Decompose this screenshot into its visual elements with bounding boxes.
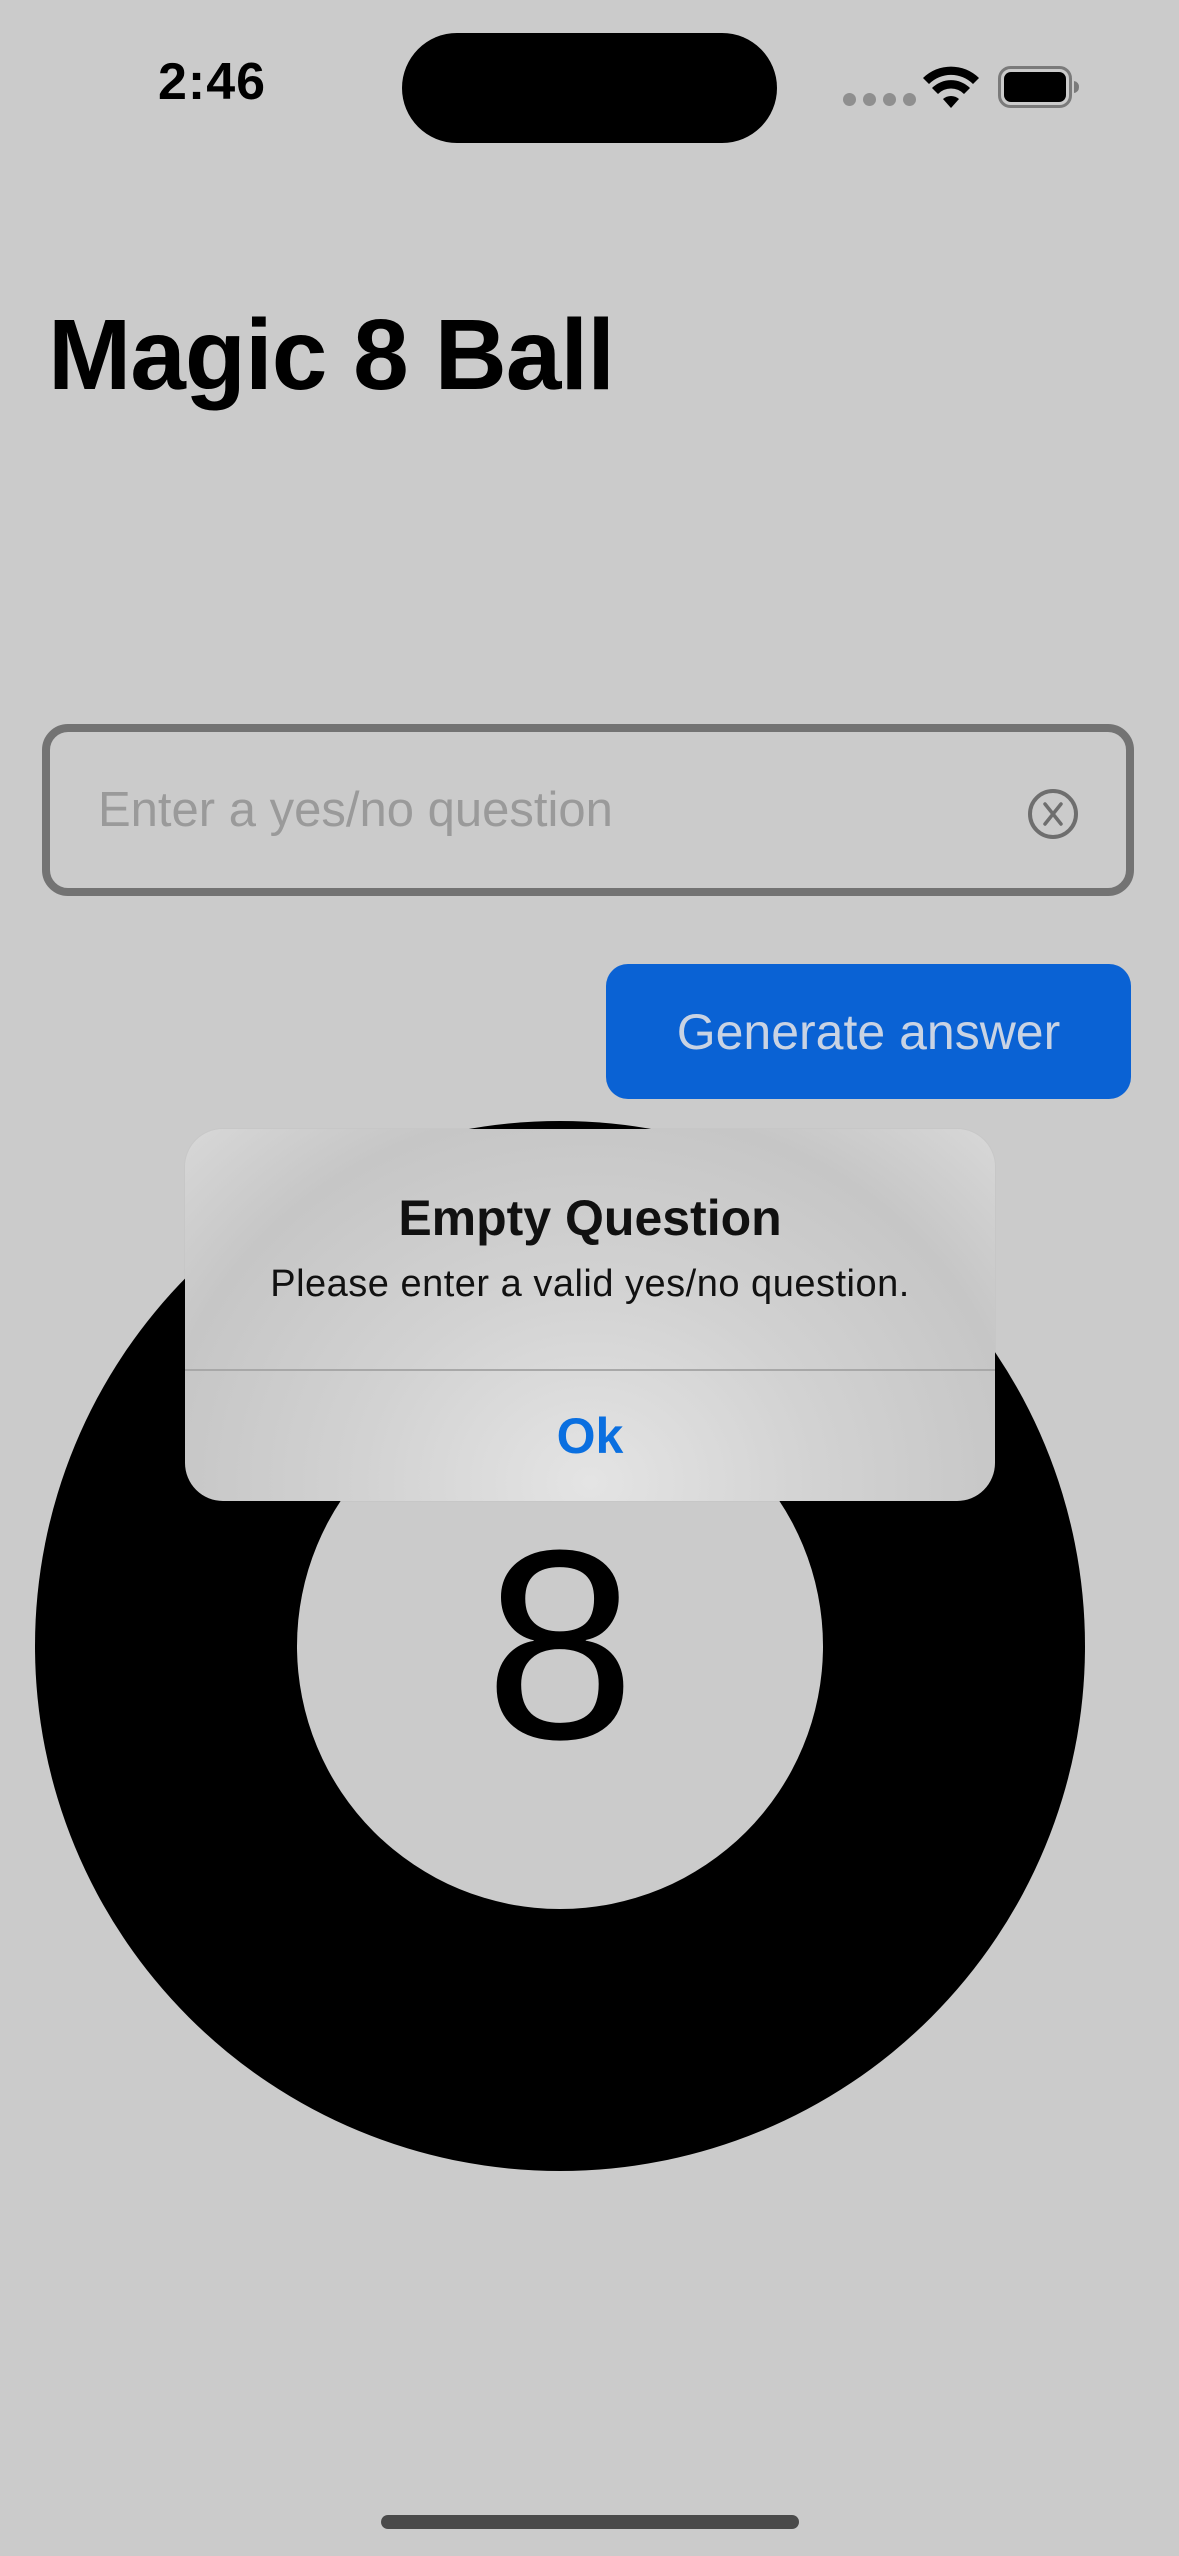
- clear-circle-x-icon[interactable]: [1027, 788, 1079, 840]
- home-indicator[interactable]: [381, 2515, 799, 2529]
- question-input[interactable]: [98, 732, 998, 888]
- dynamic-island: [402, 33, 777, 143]
- alert-dialog: Empty Question Please enter a valid yes/…: [185, 1129, 995, 1501]
- status-time: 2:46: [158, 53, 267, 111]
- alert-ok-button[interactable]: Ok: [185, 1371, 995, 1501]
- signal-dots-icon: [843, 93, 916, 106]
- page-title: Magic 8 Ball: [48, 299, 615, 411]
- question-field[interactable]: [42, 724, 1134, 896]
- generate-answer-button[interactable]: Generate answer: [606, 964, 1131, 1099]
- wifi-icon: [923, 66, 979, 108]
- alert-title: Empty Question: [398, 1190, 782, 1246]
- battery-icon: [998, 66, 1079, 108]
- alert-message: Please enter a valid yes/no question.: [270, 1263, 910, 1305]
